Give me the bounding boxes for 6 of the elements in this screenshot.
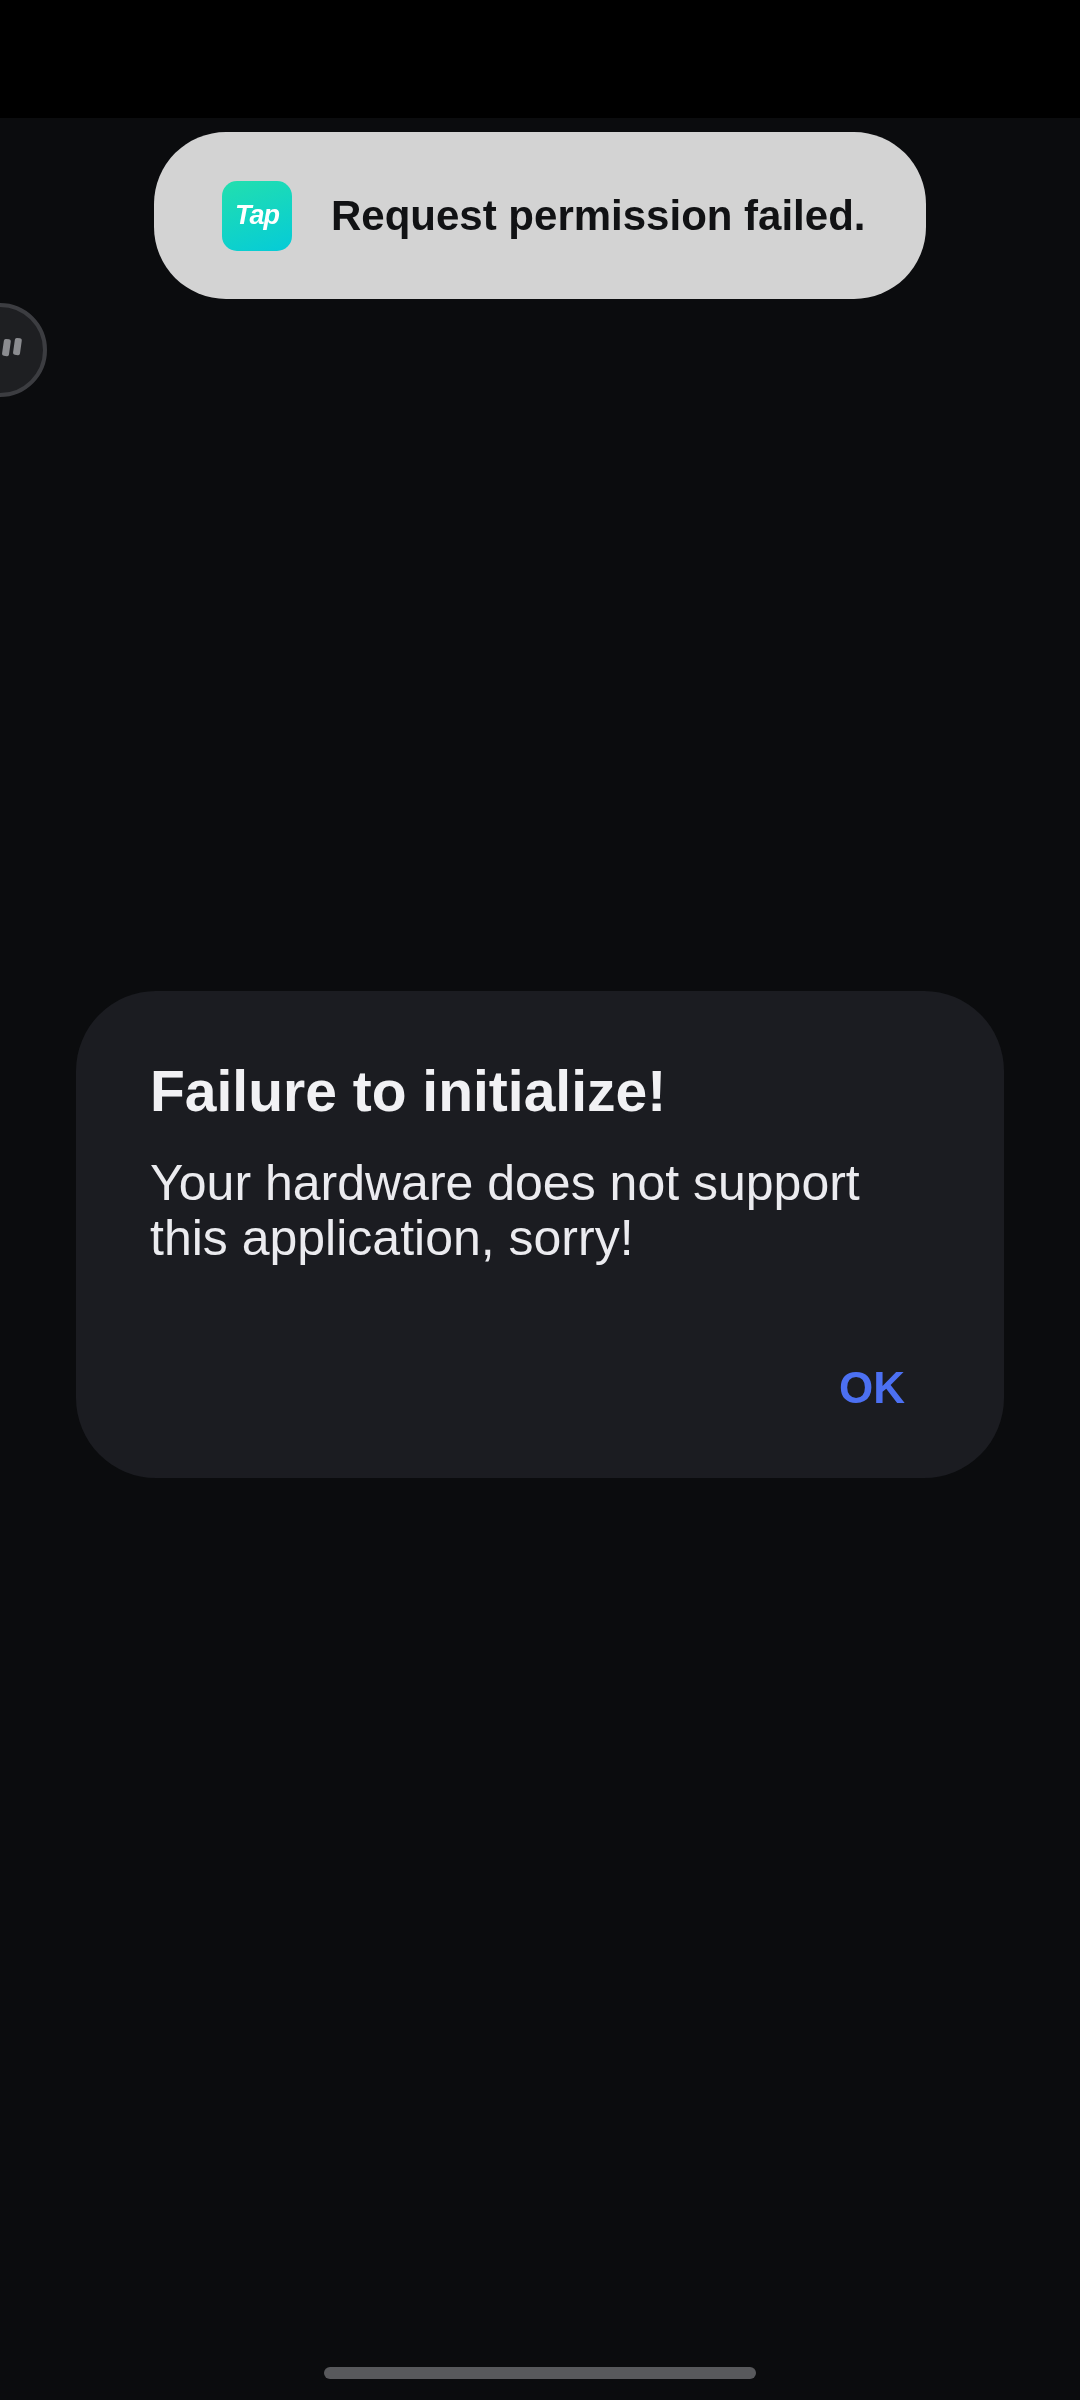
- floating-button-icon[interactable]: [0, 303, 47, 397]
- dialog-title: Failure to initialize!: [150, 1058, 668, 1125]
- app-logo: Tap: [222, 180, 292, 251]
- ok-button[interactable]: OK: [819, 1353, 925, 1423]
- toast-message: Request permission failed.: [331, 191, 866, 240]
- dialog-message: Your hardware does not support this application, sorry!: [150, 1156, 861, 1266]
